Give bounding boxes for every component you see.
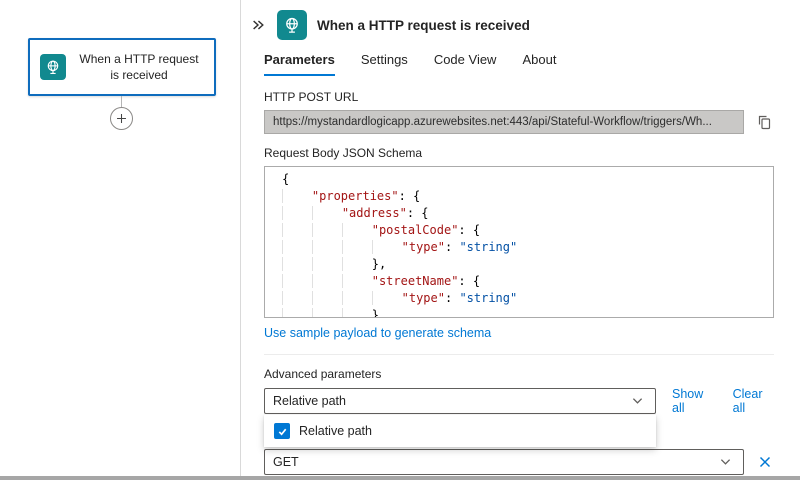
tab-about[interactable]: About: [522, 52, 556, 76]
advanced-parameters-label: Advanced parameters: [264, 367, 774, 381]
advanced-parameters-menu: Relative path: [264, 415, 656, 447]
trigger-detail-panel: When a HTTP request is received Paramete…: [241, 0, 800, 476]
menu-item-label: Relative path: [299, 424, 372, 438]
method-row: GET: [264, 449, 774, 475]
section-divider: [264, 354, 774, 355]
advanced-parameters-dropdown[interactable]: Relative path: [264, 388, 656, 414]
tab-parameters[interactable]: Parameters: [264, 52, 335, 76]
chevron-down-icon: [627, 391, 647, 411]
add-step-button[interactable]: [110, 107, 133, 130]
method-dropdown[interactable]: GET: [264, 449, 744, 475]
page-title: When a HTTP request is received: [317, 18, 530, 33]
panel-tabs: Parameters Settings Code View About: [241, 40, 800, 76]
copy-icon[interactable]: [754, 112, 774, 132]
tab-code-view[interactable]: Code View: [434, 52, 497, 76]
http-request-trigger-icon: [277, 10, 307, 40]
trigger-card[interactable]: When a HTTP request is received: [28, 38, 216, 96]
panel-content: HTTP POST URL https://mystandardlogicapp…: [241, 90, 800, 475]
http-post-url-row: https://mystandardlogicapp.azurewebsites…: [264, 110, 774, 134]
panel-header: When a HTTP request is received: [241, 0, 800, 40]
show-all-link[interactable]: Show all: [672, 387, 715, 415]
http-post-url-value[interactable]: https://mystandardlogicapp.azurewebsites…: [264, 110, 744, 134]
logic-apps-designer: When a HTTP request is received: [0, 0, 800, 480]
connector-line: [121, 96, 122, 107]
json-schema-content: { "properties": { "address": { "postalCo…: [265, 171, 773, 318]
checkbox-checked-icon[interactable]: [274, 423, 290, 439]
trigger-card-label: When a HTTP request is received: [74, 51, 204, 83]
clear-all-link[interactable]: Clear all: [733, 387, 774, 415]
remove-parameter-icon[interactable]: [756, 453, 774, 471]
tab-settings[interactable]: Settings: [361, 52, 408, 76]
chevron-down-icon: [715, 452, 735, 472]
menu-item-relative-path[interactable]: Relative path: [264, 416, 656, 446]
collapse-panel-icon[interactable]: [249, 16, 267, 34]
json-schema-editor[interactable]: { "properties": { "address": { "postalCo…: [264, 166, 774, 318]
advanced-parameters-dropdown-value: Relative path: [273, 394, 346, 408]
workflow-canvas: When a HTTP request is received: [0, 0, 241, 476]
advanced-parameters-links: Show all Clear all: [672, 387, 774, 415]
use-sample-payload-link[interactable]: Use sample payload to generate schema: [264, 326, 491, 340]
advanced-parameters-row: Relative path Show all Clear all: [264, 387, 774, 415]
method-dropdown-value: GET: [273, 455, 299, 469]
http-post-url-label: HTTP POST URL: [264, 90, 774, 104]
http-request-trigger-icon: [40, 54, 66, 80]
request-body-schema-label: Request Body JSON Schema: [264, 146, 774, 160]
